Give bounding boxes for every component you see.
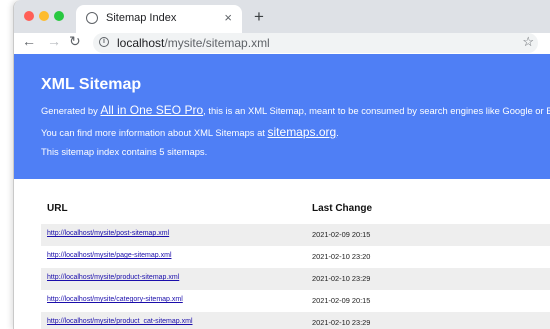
last-change-date: 2021-02-10 23:29 [312, 274, 371, 283]
favicon-icon [86, 12, 98, 24]
more-info-text: You can find more information about XML … [41, 125, 339, 139]
page-title: XML Sitemap [41, 76, 142, 93]
table-row: http://localhost/mysite/page-sitemap.xml… [41, 246, 550, 268]
browser-toolbar: ← → ↻ i localhost/mysite/sitemap.xml ☆ [14, 33, 550, 53]
aioseo-link[interactable]: All in One SEO Pro [100, 103, 203, 117]
close-tab-icon[interactable]: × [224, 10, 232, 25]
url-text[interactable]: localhost/mysite/sitemap.xml [117, 36, 270, 50]
column-header-last-change: Last Change [312, 203, 373, 214]
info-icon[interactable]: i [99, 37, 109, 47]
sitemap-link[interactable]: http://localhost/mysite/product_cat-site… [47, 318, 193, 325]
browser-window: Sitemap Index × + ← → ↻ i localhost/mysi… [13, 0, 550, 329]
last-change-date: 2021-02-10 23:20 [312, 252, 371, 261]
table-row: http://localhost/mysite/post-sitemap.xml… [41, 224, 550, 246]
tab-title: Sitemap Index [106, 12, 177, 24]
column-header-url: URL [47, 203, 68, 214]
generated-by-text: Generated by All in One SEO Pro, this is… [41, 103, 550, 117]
generated-prefix: Generated by [41, 105, 101, 116]
last-change-date: 2021-02-09 20:15 [312, 230, 371, 239]
bookmark-star-icon[interactable]: ☆ [522, 34, 534, 50]
url-host: localhost [117, 36, 165, 50]
close-window-button[interactable] [24, 11, 34, 21]
address-bar[interactable]: i localhost/mysite/sitemap.xml ☆ [93, 33, 538, 53]
tab-sitemap-index[interactable]: Sitemap Index × [76, 5, 242, 33]
new-tab-button[interactable]: + [254, 7, 264, 27]
url-path: /mysite/sitemap.xml [164, 36, 270, 50]
last-change-date: 2021-02-10 23:29 [312, 318, 371, 327]
sitemap-link[interactable]: http://localhost/mysite/category-sitemap… [47, 296, 183, 303]
forward-icon[interactable]: → [47, 33, 61, 49]
last-change-date: 2021-02-09 20:15 [312, 296, 371, 305]
more-info-prefix: You can find more information about XML … [41, 127, 268, 138]
sitemap-count-text: This sitemap index contains 5 sitemaps. [41, 146, 208, 157]
table-row: http://localhost/mysite/product-sitemap.… [41, 268, 550, 290]
reload-icon[interactable]: ↻ [69, 33, 81, 50]
table-row: http://localhost/mysite/product_cat-site… [41, 312, 550, 329]
maximize-window-button[interactable] [54, 11, 64, 21]
sitemap-table: URL Last Change http://localhost/mysite/… [14, 179, 550, 329]
minimize-window-button[interactable] [39, 11, 49, 21]
sitemap-link[interactable]: http://localhost/mysite/page-sitemap.xml [47, 252, 172, 259]
tab-bar: Sitemap Index × + [14, 0, 550, 33]
sitemap-link[interactable]: http://localhost/mysite/post-sitemap.xml [47, 230, 169, 237]
sitemap-header: XML Sitemap Generated by All in One SEO … [14, 54, 550, 179]
sitemaps-org-link[interactable]: sitemaps.org [268, 125, 337, 139]
more-info-suffix: . [336, 127, 339, 138]
sitemap-link[interactable]: http://localhost/mysite/product-sitemap.… [47, 274, 179, 281]
generated-suffix: , this is an XML Sitemap, meant to be co… [203, 105, 550, 116]
back-icon[interactable]: ← [22, 33, 36, 49]
table-row: http://localhost/mysite/category-sitemap… [41, 290, 550, 312]
